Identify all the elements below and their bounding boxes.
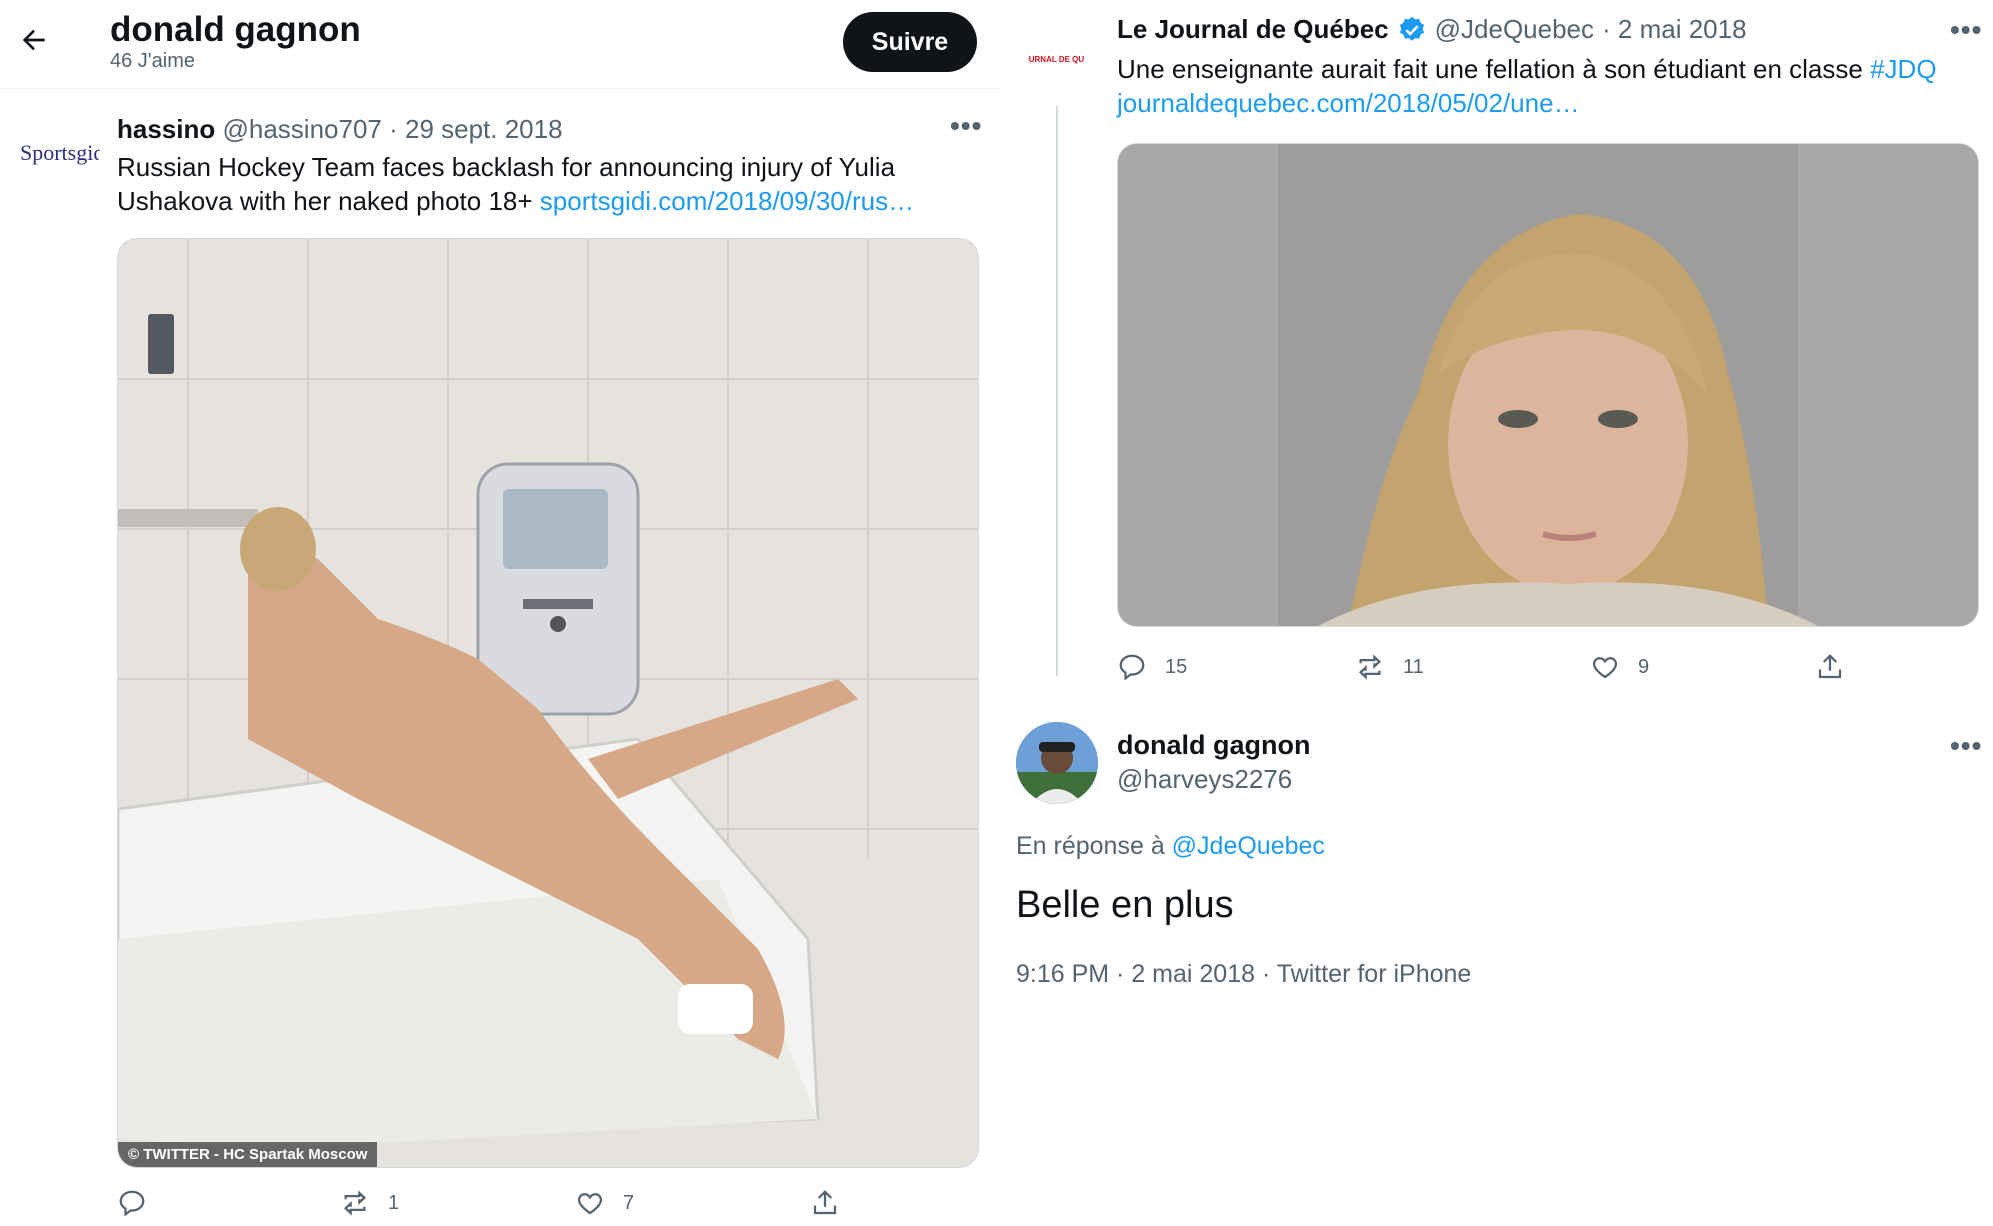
author-handle[interactable]: @harveys2276 <box>1117 764 1292 795</box>
author-name[interactable]: hassino <box>117 114 215 144</box>
reply-icon <box>1119 654 1145 681</box>
avatar-logo-text: Sportsgidi <box>20 140 100 165</box>
retweet-icon <box>343 1190 367 1216</box>
retweet-icon <box>1358 654 1382 680</box>
left-panel: donald gagnon 46 J'aime Suivre Sportsgid… <box>0 0 1000 1226</box>
like-count: 9 <box>1638 655 1650 678</box>
reply-action[interactable]: 15 <box>1117 652 1187 682</box>
author-name[interactable]: Le Journal de Québec <box>1117 14 1389 45</box>
share-action[interactable] <box>1815 652 1845 682</box>
retweet-action[interactable]: 1 <box>340 1188 399 1218</box>
tweet-text: Une enseignante aurait fait une fellatio… <box>1117 52 1967 120</box>
tweet-header: hassino @hassino707 · 29 sept. 2018 <box>117 114 563 145</box>
retweet-action[interactable]: 11 <box>1355 652 1424 682</box>
tweet-body: Une enseignante aurait fait une fellatio… <box>1117 54 1871 84</box>
tweet-link[interactable]: sportsgidi.com/2018/09/30/rus… <box>540 186 914 216</box>
follow-button[interactable]: Suivre <box>843 12 977 72</box>
like-action[interactable]: 7 <box>575 1188 634 1218</box>
profile-title: donald gagnon <box>110 10 361 49</box>
author-name[interactable]: donald gagnon <box>1117 730 1310 761</box>
like-count: 7 <box>623 1191 635 1214</box>
thread-connector <box>1056 106 1058 676</box>
avatar[interactable] <box>1016 722 1098 804</box>
clinic-photo <box>118 239 978 1167</box>
reply-text: Belle en plus <box>1016 884 1234 926</box>
share-action[interactable] <box>810 1188 840 1218</box>
verified-badge-icon <box>1399 16 1424 41</box>
jdq-logo[interactable]: LE JOURNAL DE QUÉBEC <box>1006 34 1107 82</box>
tweet-header: Le Journal de Québec @JdeQuebec · 2 mai … <box>1117 14 1747 45</box>
reply-icon <box>119 1190 145 1217</box>
likes-count: 46 J'aime <box>110 50 195 72</box>
tweet-image[interactable] <box>1117 143 1979 627</box>
reply-to-handle[interactable]: @JdeQuebec <box>1172 832 1325 860</box>
mugshot-photo <box>1118 144 1978 626</box>
author-handle[interactable]: @hassino707 <box>222 114 381 144</box>
jdq-logo-text: LE JOURNAL DE QUÉBEC <box>1028 55 1084 64</box>
more-options-icon[interactable]: ••• <box>1950 14 1982 46</box>
reply-context: En réponse à @JdeQuebec <box>1016 832 1325 861</box>
retweet-count: 11 <box>1403 655 1424 678</box>
reply-action[interactable] <box>117 1188 165 1218</box>
tweet-text: Russian Hockey Team faces backlash for a… <box>117 150 957 218</box>
hashtag-link[interactable]: #JDQ <box>1870 54 1936 84</box>
heart-icon <box>577 1193 603 1215</box>
tweet-date[interactable]: · 29 sept. 2018 <box>389 114 562 144</box>
heart-icon <box>1592 657 1618 679</box>
back-arrow-icon[interactable] <box>18 24 50 56</box>
tweet-date[interactable]: · 2 mai 2018 <box>1602 14 1747 45</box>
share-icon <box>1818 654 1842 679</box>
reply-to-label: En réponse à <box>1016 832 1172 860</box>
tweet-link[interactable]: journaldequebec.com/2018/05/02/une… <box>1117 88 1580 118</box>
tweet-meta[interactable]: 9:16 PM · 2 mai 2018 · Twitter for iPhon… <box>1016 960 1471 989</box>
more-options-icon[interactable]: ••• <box>1950 730 1982 762</box>
avatar[interactable]: Sportsgidi <box>20 118 100 182</box>
share-icon <box>813 1190 837 1215</box>
more-options-icon[interactable]: ••• <box>950 110 982 142</box>
author-handle[interactable]: @JdeQuebec <box>1435 14 1594 45</box>
like-action[interactable]: 9 <box>1590 652 1649 682</box>
image-credit: © TWITTER - HC Spartak Moscow <box>118 1142 378 1167</box>
retweet-count: 1 <box>388 1191 400 1214</box>
reply-count: 15 <box>1165 655 1188 678</box>
tweet-image[interactable]: © TWITTER - HC Spartak Moscow <box>117 238 979 1168</box>
right-panel: LE JOURNAL DE QUÉBEC Le Journal de Québe… <box>1000 0 1993 1226</box>
